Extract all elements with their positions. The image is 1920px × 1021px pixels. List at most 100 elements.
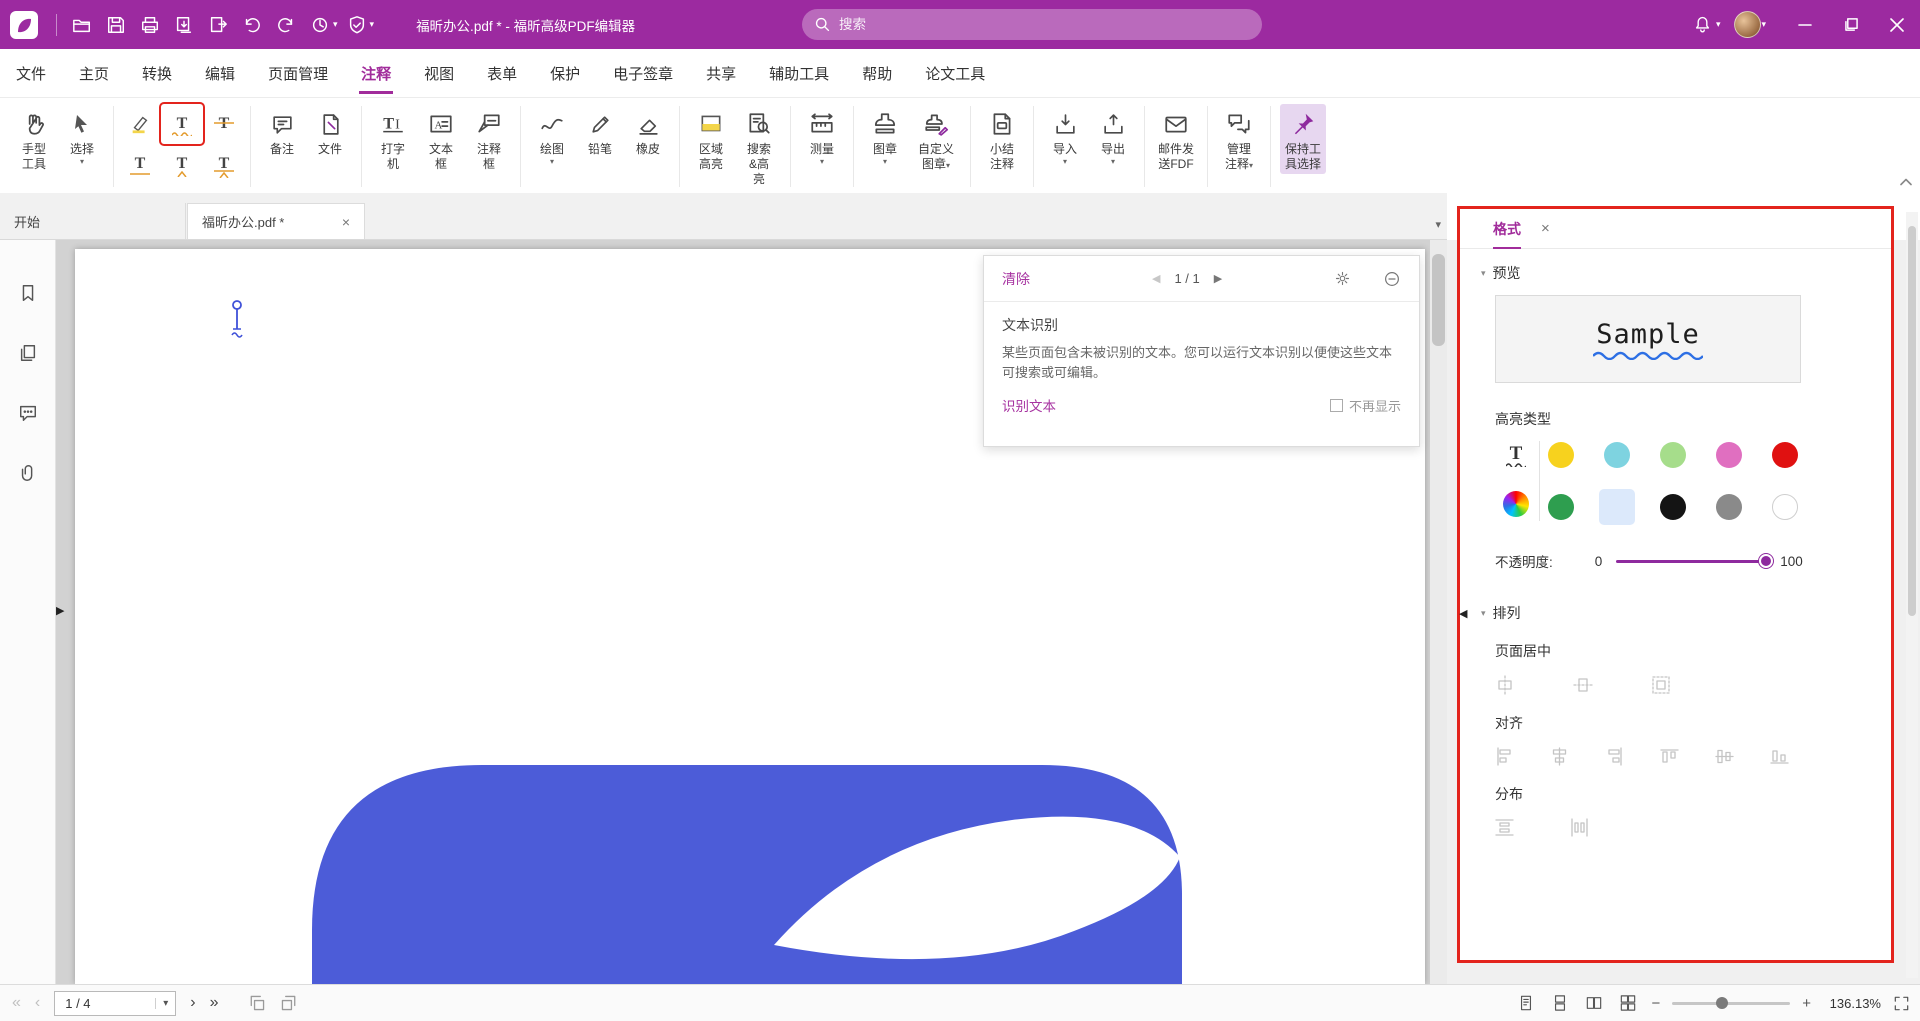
import-comments-button[interactable]: 导入 ▾ — [1043, 104, 1087, 168]
start-tab[interactable]: 开始 — [0, 203, 186, 239]
color-swatch-pink[interactable] — [1716, 442, 1742, 468]
manage-comments-button[interactable]: 管理注释▾ — [1217, 104, 1261, 174]
file-attachment-button[interactable]: 文件 — [308, 104, 352, 159]
measure-button[interactable]: 测量 ▾ — [800, 104, 844, 168]
pages-panel-button[interactable] — [13, 338, 43, 368]
keep-tool-selected-button[interactable]: 保持工具选择 — [1280, 104, 1326, 174]
print-button[interactable] — [133, 8, 167, 42]
stamp-button[interactable]: 图章 ▾ — [863, 104, 907, 168]
attachments-panel-button[interactable] — [13, 458, 43, 488]
menu-tab-paper-tools[interactable]: 论文工具 — [925, 49, 985, 98]
distribute-horizontally-icon[interactable] — [1570, 818, 1589, 837]
menu-tab-protect[interactable]: 保护 — [550, 49, 580, 98]
color-swatch-cyan[interactable] — [1604, 442, 1630, 468]
highlight-tool-button[interactable] — [119, 104, 161, 144]
notifications-bell-icon[interactable] — [1686, 8, 1720, 42]
previous-view-button[interactable] — [248, 994, 266, 1012]
document-view-area[interactable]: 清除 ◀ 1 / 1 ▶ 文本识别 某些页面包含未被识别的文本。您可以运行文本识… — [56, 240, 1447, 984]
zoom-out-button[interactable]: − — [1651, 995, 1660, 1012]
color-swatch-blue-selected[interactable] — [1604, 494, 1630, 520]
note-button[interactable]: 备注 — [260, 104, 304, 159]
replace-text-tool-button[interactable]: T — [203, 144, 245, 184]
continuous-view-icon[interactable] — [1549, 992, 1571, 1014]
center-horizontally-icon[interactable] — [1495, 675, 1515, 695]
area-highlight-button[interactable]: 区域高亮 — [689, 104, 733, 174]
tab-list-dropdown-icon[interactable]: ▾ — [1435, 218, 1441, 231]
center-both-icon[interactable] — [1651, 675, 1671, 695]
strikeout-tool-button[interactable]: T — [203, 104, 245, 144]
zoom-in-button[interactable]: + — [1802, 995, 1811, 1012]
document-scrollbar-thumb[interactable] — [1432, 254, 1445, 346]
color-swatch-green[interactable] — [1548, 494, 1574, 520]
protect-verify-button[interactable] — [340, 8, 374, 42]
preview-section-header[interactable]: ▾ 预览 — [1495, 263, 1863, 283]
facing-continuous-view-icon[interactable] — [1617, 992, 1639, 1014]
menu-tab-esign[interactable]: 电子签章 — [613, 49, 673, 98]
recognize-text-link[interactable]: 识别文本 — [1002, 395, 1056, 415]
arrange-section-header[interactable]: ▾ 排列 — [1495, 603, 1863, 623]
dont-show-again[interactable]: 不再显示 — [1330, 396, 1401, 415]
opacity-slider-thumb[interactable] — [1759, 554, 1773, 568]
align-center-horizontal-icon[interactable] — [1550, 747, 1569, 766]
panel-scrollbar-thumb[interactable] — [1908, 226, 1916, 616]
distribute-vertically-icon[interactable] — [1495, 818, 1514, 837]
menu-tab-help[interactable]: 帮助 — [862, 49, 892, 98]
chevron-down-icon[interactable]: ▾ — [1716, 19, 1721, 30]
next-notification-icon[interactable]: ▶ — [1214, 272, 1222, 285]
menu-tab-form[interactable]: 表单 — [487, 49, 517, 98]
chevron-down-icon[interactable]: ▾ — [1761, 19, 1766, 30]
menu-tab-edit[interactable]: 编辑 — [205, 49, 235, 98]
color-swatch-yellow[interactable] — [1548, 442, 1574, 468]
summarize-comments-button[interactable]: 小结注释 — [980, 104, 1024, 174]
quick-print-button[interactable] — [167, 8, 201, 42]
eraser-button[interactable]: 橡皮 — [626, 104, 670, 159]
squiggly-underline-tool-button[interactable]: T — [161, 104, 203, 144]
share-document-button[interactable] — [201, 8, 235, 42]
close-button[interactable] — [1874, 0, 1920, 49]
callout-button[interactable]: 注释框 — [467, 104, 511, 174]
format-tab[interactable]: 格式 — [1493, 209, 1521, 249]
zoom-slider[interactable] — [1672, 1002, 1790, 1005]
next-page-button[interactable]: › — [190, 994, 195, 1012]
single-page-view-icon[interactable] — [1515, 992, 1537, 1014]
drawing-button[interactable]: 绘图 ▾ — [530, 104, 574, 168]
zoom-slider-thumb[interactable] — [1716, 997, 1728, 1009]
chevron-down-icon[interactable]: ▾ — [333, 19, 338, 30]
opacity-slider[interactable] — [1616, 560, 1766, 563]
expand-left-panel-handle[interactable]: ▶ — [56, 604, 64, 617]
hand-tool-button[interactable]: 手型工具 — [12, 104, 56, 174]
color-swatch-gray[interactable] — [1716, 494, 1742, 520]
avatar[interactable] — [1734, 11, 1761, 38]
email-fdf-button[interactable]: 邮件发送FDF — [1154, 104, 1198, 174]
minimize-notification-icon[interactable] — [1383, 270, 1401, 288]
collapse-ribbon-button[interactable] — [1900, 178, 1912, 186]
chevron-down-icon[interactable]: ▾ — [155, 998, 175, 1009]
color-swatch-black[interactable] — [1660, 494, 1686, 520]
typewriter-button[interactable]: TI 打字机 — [371, 104, 415, 174]
align-left-icon[interactable] — [1495, 747, 1514, 766]
export-comments-button[interactable]: 导出 ▾ — [1091, 104, 1135, 168]
menu-tab-accessibility[interactable]: 辅助工具 — [769, 49, 829, 98]
zoom-percentage[interactable]: 136.13% — [1823, 996, 1881, 1011]
collapse-panel-handle[interactable]: ◀ — [1459, 607, 1467, 620]
center-vertically-icon[interactable] — [1573, 675, 1593, 695]
minimize-button[interactable] — [1782, 0, 1828, 49]
redo-button[interactable] — [269, 8, 303, 42]
facing-view-icon[interactable] — [1583, 992, 1605, 1014]
underline-tool-button[interactable]: T — [119, 144, 161, 184]
menu-tab-home[interactable]: 主页 — [79, 49, 109, 98]
menu-tab-page-manage[interactable]: 页面管理 — [268, 49, 328, 98]
search-input[interactable] — [839, 17, 1219, 32]
next-view-button[interactable] — [280, 994, 298, 1012]
color-swatch-white[interactable] — [1772, 494, 1798, 520]
color-swatch-red[interactable] — [1772, 442, 1798, 468]
textbox-button[interactable]: A 文本框 — [419, 104, 463, 174]
align-top-icon[interactable] — [1660, 747, 1679, 766]
undo-button[interactable] — [235, 8, 269, 42]
fullscreen-button[interactable] — [1893, 995, 1910, 1012]
align-bottom-icon[interactable] — [1770, 747, 1789, 766]
color-swatch-green-light[interactable] — [1660, 442, 1686, 468]
first-page-button[interactable]: « — [12, 994, 21, 1012]
select-tool-button[interactable]: 选择 ▾ — [60, 104, 104, 168]
custom-stamp-button[interactable]: 自定义图章▾ — [911, 104, 961, 174]
